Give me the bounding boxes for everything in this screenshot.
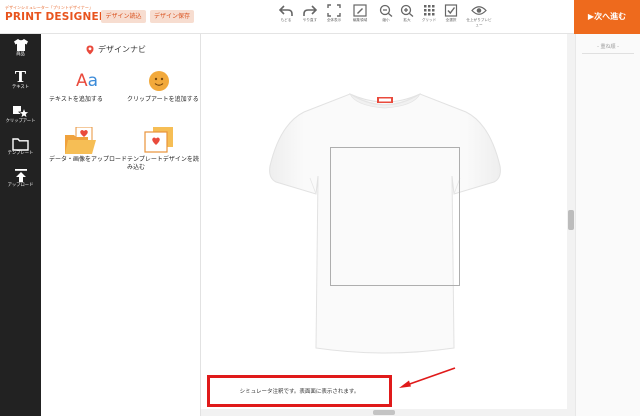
undo-button[interactable]: もどる: [274, 4, 298, 23]
layer-order-label: - 重ね順 -: [597, 44, 619, 50]
panel-title-text: デザインナビ: [98, 45, 146, 54]
sidebar-item-label: クリップアート: [5, 119, 36, 124]
app-logo[interactable]: デザインシミュレーター「プリントデザイナー」 PRINT DESIGNER: [5, 5, 108, 24]
notice-text: シミュレータ注釈です。表面面に表示されます。: [239, 389, 360, 395]
sidebar-item-label: テキスト: [11, 85, 30, 90]
simulator-notice-box: シミュレータ注釈です。表面面に表示されます。: [207, 375, 392, 407]
sidebar-item-text[interactable]: T テキスト: [0, 70, 41, 91]
horizontal-scrollbar[interactable]: [201, 409, 567, 416]
add-text-item[interactable]: Aa テキストを追加する: [49, 68, 129, 104]
sidebar-item-clipart[interactable]: クリップアート: [0, 105, 41, 125]
add-text-label: テキストを追加する: [49, 96, 103, 103]
upload-image-label: データ・画像をアップロード: [49, 156, 128, 163]
clipart-icon: [12, 106, 30, 119]
sidebar-item-product[interactable]: 商品: [0, 38, 41, 58]
zoom-in-icon: [400, 4, 414, 17]
edit-area-button[interactable]: 編集領域: [348, 4, 372, 23]
vertical-scroll-thumb[interactable]: [568, 210, 574, 230]
smiley-icon: [127, 68, 199, 96]
add-text-icon: Aa: [49, 68, 129, 96]
preview-icon: [471, 6, 487, 15]
next-step-button[interactable]: ▶次へ進む: [574, 0, 640, 34]
left-sidebar: 商品 T テキスト クリップアート テンプレート アップロード: [0, 34, 41, 416]
print-designer-app: デザインシミュレーター「プリントデザイナー」 PRINT DESIGNER デザ…: [0, 0, 640, 416]
fullscreen-icon: [327, 4, 341, 17]
image-upload-icon: [49, 126, 129, 156]
redo-button[interactable]: やり直す: [298, 4, 322, 23]
divider: [582, 53, 634, 54]
add-clipart-label: クリップアートを追加する: [127, 96, 199, 103]
aa-glyph-upper: A: [76, 71, 88, 91]
upload-image-item[interactable]: データ・画像をアップロード: [49, 126, 129, 164]
save-design-button[interactable]: デザイン保存: [150, 10, 194, 23]
edit-area-icon: [353, 4, 367, 17]
design-canvas[interactable]: [201, 34, 568, 416]
tool-label: 拡大: [403, 18, 411, 22]
annotation-arrow: [399, 367, 456, 388]
load-template-label: テンプレートデザインを読み込む: [127, 156, 199, 171]
grid-button[interactable]: グリッド: [417, 4, 441, 23]
layer-order-panel: - 重ね順 -: [575, 34, 640, 416]
horizontal-scroll-thumb[interactable]: [373, 410, 395, 415]
tool-label: 全選択: [445, 18, 457, 22]
panel-title: デザインナビ: [86, 44, 146, 55]
check-icon: [444, 4, 458, 17]
tool-label: もどる: [280, 18, 292, 22]
load-design-button[interactable]: デザイン読込: [101, 10, 146, 23]
vertical-scrollbar[interactable]: [567, 34, 575, 416]
tool-label: 編集領域: [352, 18, 368, 22]
tool-label: 全体表示: [326, 18, 342, 22]
sidebar-item-template[interactable]: テンプレート: [0, 137, 41, 157]
add-clipart-item[interactable]: クリップアートを追加する: [127, 68, 199, 104]
zoom-out-icon: [379, 4, 393, 17]
tshirt-icon: [13, 39, 28, 51]
text-icon: T: [14, 68, 27, 86]
undo-icon: [279, 5, 293, 16]
sidebar-item-upload[interactable]: アップロード: [0, 168, 41, 189]
select-all-button[interactable]: 全選択: [439, 4, 463, 23]
folder-icon: [12, 138, 29, 151]
design-navi-panel: デザインナビ Aa テキストを追加する クリップアートを追加する データ・画像を…: [41, 34, 201, 416]
map-pin-icon: [86, 45, 94, 54]
tool-label: やり直す: [302, 18, 318, 22]
sidebar-item-label: テンプレート: [7, 151, 34, 156]
top-toolbar: デザインシミュレーター「プリントデザイナー」 PRINT DESIGNER デザ…: [0, 0, 640, 34]
sidebar-item-label: 商品: [16, 52, 25, 57]
upload-icon: [14, 169, 27, 182]
tool-label: グリッド: [421, 18, 437, 22]
grid-icon: [424, 5, 435, 16]
load-template-item[interactable]: テンプレートデザインを読み込む: [127, 126, 199, 172]
fit-view-button[interactable]: 全体表示: [322, 4, 346, 23]
aa-glyph-lower: a: [87, 71, 99, 91]
template-icon: [127, 126, 199, 156]
logo-title: PRINT DESIGNER: [5, 11, 108, 23]
print-area-frame[interactable]: [330, 147, 460, 286]
zoom-in-button[interactable]: 拡大: [395, 4, 419, 23]
redo-icon: [303, 5, 317, 16]
tool-label: 仕上がりプレビュー: [466, 18, 492, 27]
preview-button[interactable]: 仕上がりプレビュー: [466, 4, 492, 27]
sidebar-item-label: アップロード: [7, 183, 34, 188]
